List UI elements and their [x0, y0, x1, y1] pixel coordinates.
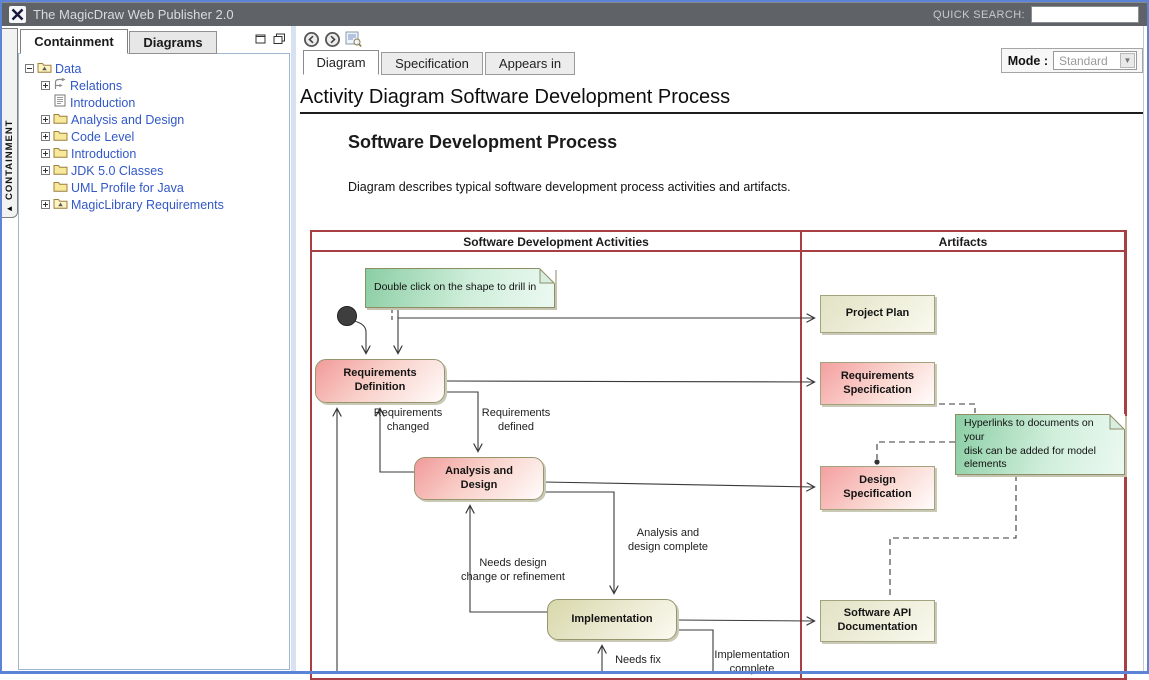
page-title: Activity Diagram Software Development Pr… [300, 86, 730, 109]
mode-label: Mode : [1008, 54, 1048, 68]
title-rule [300, 112, 1143, 114]
mode-box: Mode : Standard ▼ [1001, 48, 1143, 73]
activity-requirements-definition[interactable]: Requirements Definition [315, 359, 445, 403]
cascade-panels-icon[interactable] [273, 32, 286, 50]
note-text: Hyperlinks to documents on your disk can… [956, 415, 1124, 474]
edge-label-implementation-complete: Implementation complete [714, 648, 789, 677]
tab-diagram[interactable]: Diagram [303, 50, 379, 75]
tab-appears-in[interactable]: Appears in [485, 52, 575, 75]
lane-title-activities: Software Development Activities [463, 235, 649, 249]
tree-item-label[interactable]: Analysis and Design [71, 113, 184, 127]
tree-item-label[interactable]: Introduction [71, 147, 136, 161]
tree-item-label[interactable]: Introduction [70, 96, 135, 110]
artifact-project-plan[interactable]: Project Plan [820, 295, 935, 333]
mode-value: Standard [1054, 54, 1120, 68]
activity-implementation[interactable]: Implementation [547, 599, 677, 640]
tree-item-label[interactable]: Relations [70, 79, 122, 93]
app-title: The MagicDraw Web Publisher 2.0 [33, 7, 234, 22]
note-drill-in: Double click on the shape to drill in [365, 268, 555, 308]
folder-icon [53, 145, 68, 163]
edge-label-needs-design-change: Needs design change or refinement [461, 556, 565, 585]
tree-item-data[interactable]: Data [19, 60, 289, 77]
document-icon [53, 94, 67, 112]
folder-icon [53, 162, 68, 180]
note-hyperlinks: Hyperlinks to documents on your disk can… [955, 414, 1125, 475]
collapse-arrow-icon: ◄ [6, 204, 14, 217]
chevron-down-icon: ▼ [1120, 53, 1135, 68]
folder-icon [53, 128, 68, 146]
diagram-title: Software Development Process [348, 132, 617, 153]
tree-item-relations[interactable]: Relations [19, 77, 289, 94]
artifact-requirements-specification[interactable]: Requirements Specification [820, 362, 935, 405]
tree-item-label[interactable]: MagicLibrary Requirements [71, 198, 224, 212]
relations-icon [53, 77, 67, 95]
artifact-software-api-documentation[interactable]: Software API Documentation [820, 600, 935, 642]
collapse-expander-icon[interactable] [25, 64, 34, 73]
tree-item-analysis-and-design[interactable]: Analysis and Design [19, 111, 289, 128]
expand-expander-icon[interactable] [41, 115, 50, 124]
expand-expander-icon[interactable] [41, 149, 50, 158]
edge-label-requirements-changed: Requirements changed [374, 406, 442, 435]
tab-specification[interactable]: Specification [381, 52, 483, 75]
main-panel-edge [1143, 26, 1144, 671]
maximize-panel-icon[interactable] [255, 32, 267, 50]
sidebar-splitter[interactable] [291, 26, 296, 671]
initial-node [337, 306, 357, 326]
tree-item-code-level[interactable]: Code Level [19, 128, 289, 145]
tree-item-label[interactable]: Data [55, 62, 81, 76]
folder-icon [53, 111, 68, 129]
tree-item-label[interactable]: JDK 5.0 Classes [71, 164, 163, 178]
package-icon [53, 196, 68, 214]
expand-expander-icon[interactable] [41, 81, 50, 90]
diagram-description: Diagram describes typical software devel… [348, 180, 791, 194]
artifact-design-specification[interactable]: Design Specification [820, 466, 935, 510]
containment-vertical-tab[interactable]: CONTAINMENT ◄ [2, 28, 18, 218]
tree-item-jdk-classes[interactable]: JDK 5.0 Classes [19, 162, 289, 179]
tree-item-label[interactable]: Code Level [71, 130, 134, 144]
magicdraw-logo-icon [9, 6, 26, 23]
titlebar: The MagicDraw Web Publisher 2.0 QUICK SE… [2, 2, 1147, 26]
folder-icon [53, 179, 68, 197]
tree-item-introduction-folder[interactable]: Introduction [19, 145, 289, 162]
containment-vertical-label: CONTAINMENT [4, 29, 15, 204]
lane-title-artifacts: Artifacts [939, 235, 988, 249]
swimlane-header: Software Development Activities Artifact… [312, 232, 1124, 252]
note-fold-icon [539, 268, 555, 284]
note-text: Double click on the shape to drill in [366, 269, 554, 307]
note-fold-icon [1109, 414, 1125, 430]
tab-containment[interactable]: Containment [20, 29, 128, 54]
activity-analysis-and-design[interactable]: Analysis and Design [414, 457, 544, 500]
edge-label-analysis-design-complete: Analysis and design complete [628, 526, 708, 555]
package-icon [37, 60, 52, 78]
edge-label-requirements-defined: Requirements defined [482, 406, 550, 435]
tree-item-magiclibrary-requirements[interactable]: MagicLibrary Requirements [19, 196, 289, 213]
lane-divider [800, 232, 802, 678]
quick-search-input[interactable] [1031, 6, 1139, 23]
tree-item-label[interactable]: UML Profile for Java [71, 181, 184, 195]
tree-item-introduction-doc[interactable]: Introduction [19, 94, 289, 111]
quick-search-label: QUICK SEARCH: [933, 9, 1025, 21]
edge-label-needs-fix: Needs fix [615, 653, 661, 667]
expand-expander-icon[interactable] [41, 166, 50, 175]
tree-item-uml-profile[interactable]: UML Profile for Java [19, 179, 289, 196]
tab-diagrams[interactable]: Diagrams [129, 31, 217, 54]
expand-expander-icon[interactable] [41, 200, 50, 209]
expand-expander-icon[interactable] [41, 132, 50, 141]
mode-select[interactable]: Standard ▼ [1053, 51, 1137, 70]
containment-tree: Data Relations Introduction Analysis and… [18, 53, 290, 670]
